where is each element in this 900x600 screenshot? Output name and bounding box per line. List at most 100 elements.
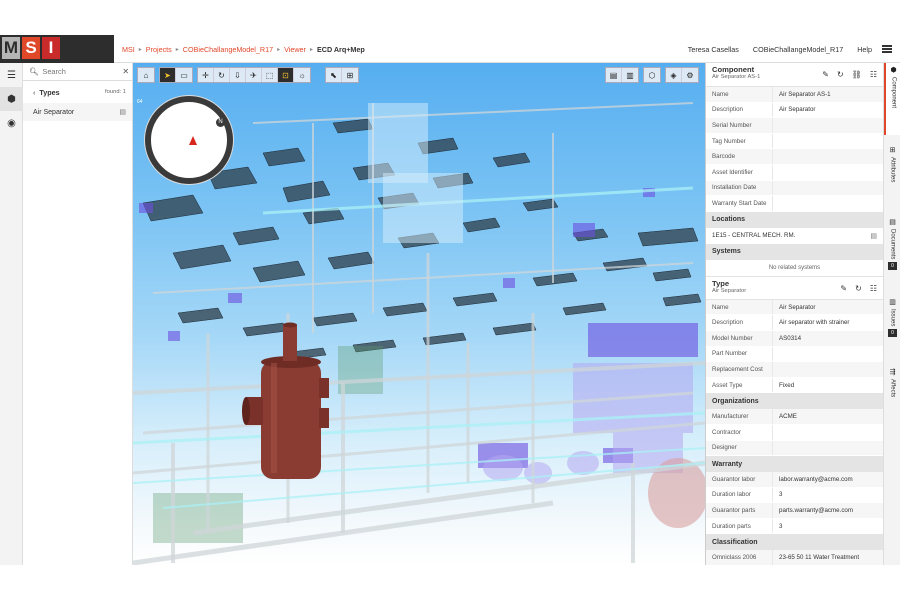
property-value[interactable] (772, 424, 883, 440)
breadcrumb-projects[interactable]: Projects (146, 45, 172, 54)
tab-documents[interactable]: ▤ Documents 0 (884, 215, 900, 295)
types-label: Types (39, 87, 60, 97)
compass-icon[interactable]: N (145, 96, 233, 184)
chevron-right-icon: ▸ (138, 46, 142, 53)
property-value[interactable] (772, 440, 883, 456)
breadcrumb-project[interactable]: COBieChallangeModel_R17 (183, 45, 273, 54)
breadcrumb-viewer[interactable]: Viewer (284, 45, 306, 54)
location-row[interactable]: 1E15 - CENTRAL MECH. RM. ▤ (706, 228, 883, 244)
refresh-icon[interactable]: ↻ (837, 70, 844, 79)
help-link[interactable]: Help (857, 45, 872, 54)
chevron-right-icon: ▸ (175, 46, 179, 53)
zoom-window-icon[interactable]: ⬚ (262, 68, 278, 82)
property-value[interactable]: AS0314 (772, 330, 883, 346)
user-name[interactable]: Teresa Casellas (688, 45, 739, 54)
sun-icon[interactable]: ☼ (294, 68, 310, 82)
property-value[interactable]: Air Separator (772, 299, 883, 315)
cube-toolbar: ⬡ (643, 67, 661, 83)
location-value: 1E15 - CENTRAL MECH. RM. (712, 232, 796, 240)
pencil-icon[interactable]: ✎ (840, 284, 847, 293)
search-input[interactable] (42, 67, 123, 76)
property-key: Tag Number (712, 137, 746, 145)
property-key: Name (712, 90, 729, 98)
property-value[interactable]: labor.warranty@acme.com (772, 472, 883, 487)
settings-icon[interactable]: ⚙ (682, 68, 698, 82)
property-value[interactable]: Air separator with strainer (772, 315, 883, 330)
property-value[interactable]: 23-65 50 11 Water Treatment (772, 550, 883, 565)
pan-icon[interactable]: ✛ (198, 68, 214, 82)
property-key: Contractor (712, 428, 741, 436)
project-name[interactable]: COBieChallangeModel_R17 (753, 45, 843, 54)
property-value[interactable] (772, 118, 883, 133)
property-value[interactable]: 3 (772, 518, 883, 534)
tab-affects[interactable]: ⇶ Affects (884, 365, 900, 425)
msi-logo[interactable]: M S I (0, 35, 114, 63)
hamburger-menu-icon[interactable] (882, 45, 892, 53)
select-cursor-icon[interactable]: ➤ (160, 68, 176, 82)
pencil-icon[interactable]: ✎ (822, 70, 829, 79)
visibility-button[interactable]: ◉ (0, 111, 23, 135)
view-toolbar: ▤ ▥ (605, 67, 639, 83)
side-tabs: ⬢ Component ⊞ Attributes ▤ Documents 0 ▥… (883, 63, 900, 565)
property-value[interactable]: 3 (772, 487, 883, 503)
tab-attributes[interactable]: ⊞ Attributes (884, 143, 900, 215)
property-value[interactable] (772, 196, 883, 211)
air-separator-model[interactable] (242, 322, 329, 480)
walk-icon[interactable]: ⇩ (230, 68, 246, 82)
tab-documents-label: Documents (889, 229, 896, 260)
model-tree-button[interactable]: ⬢ (0, 87, 23, 111)
property-value[interactable]: parts.warranty@acme.com (772, 503, 883, 518)
left-rail: ☰ ⬢ ◉ (0, 63, 23, 565)
sliders-icon[interactable]: ☷ (870, 70, 877, 79)
types-header[interactable]: ‹ Types found: 1 (23, 81, 132, 103)
breadcrumb-msi[interactable]: MSI (122, 45, 135, 54)
property-value[interactable] (772, 133, 883, 149)
types-panel: 🔍︎ ✕ ‹ Types found: 1 Air Separator ▤ (23, 63, 133, 565)
app-window: M S I MSI ▸ Projects ▸ COBieChallangeMod… (0, 35, 900, 565)
classification-header: Classification (706, 534, 883, 551)
measure-icon[interactable]: ▭ (176, 68, 192, 82)
tab-component[interactable]: ⬢ Component (884, 63, 900, 135)
property-value[interactable] (772, 149, 883, 164)
tab-issues[interactable]: ▥ Issues 0 (884, 295, 900, 365)
property-row: Model Number AS0314 (706, 330, 883, 347)
close-icon[interactable]: ✕ (122, 67, 129, 76)
view-cube-icon[interactable]: ⬡ (644, 68, 660, 82)
list-item[interactable]: Air Separator ▤ (23, 103, 132, 121)
chart-icon[interactable]: ▥ (622, 68, 638, 82)
property-value[interactable]: Air Separator AS-1 (772, 87, 883, 102)
property-value[interactable] (772, 362, 883, 377)
property-value[interactable]: Air Separator (772, 102, 883, 118)
box-select-icon[interactable]: ⊞ (342, 68, 358, 82)
select-pointer-icon[interactable]: ⬉ (326, 68, 342, 82)
link-icon[interactable]: ⛓ (852, 70, 862, 79)
property-key: Manufacturer (712, 413, 749, 421)
document-icon[interactable]: ▤ (119, 108, 126, 116)
property-key: Part Number (712, 350, 748, 358)
camera-toolbar: ✛ ↻ ⇩ ✈ ⬚ ⊡ ☼ (197, 67, 311, 83)
property-value[interactable] (772, 164, 883, 180)
tab-component-label: Component (890, 77, 897, 109)
refresh-icon[interactable]: ↻ (855, 284, 862, 293)
property-key: Description (712, 319, 743, 327)
clipboard-icon[interactable]: ▤ (606, 68, 622, 82)
property-row: Duration parts 3 (706, 518, 883, 535)
property-value[interactable] (772, 346, 883, 362)
property-value[interactable]: Fixed (772, 377, 883, 393)
property-value[interactable] (772, 180, 883, 196)
property-row: Replacement Cost (706, 362, 883, 378)
property-row: Asset Type Fixed (706, 377, 883, 394)
property-key: Duration labor (712, 491, 751, 499)
type-header: Type Air Separator ✎ ↻ ☷ (706, 275, 883, 300)
orbit-icon[interactable]: ↻ (214, 68, 230, 82)
property-value[interactable]: ACME (772, 409, 883, 424)
layers-icon[interactable]: ◈ (666, 68, 682, 82)
model-viewer[interactable]: ⌂ ➤ ▭ ✛ ↻ ⇩ ✈ ⬚ ⊡ ☼ ⬉ ⊞ ▤ ▥ ⬡ ◈ ⚙ 64 N (133, 63, 705, 565)
document-icon[interactable]: ▤ (870, 232, 877, 240)
section-icon[interactable]: ⊡ (278, 68, 294, 82)
sliders-icon[interactable]: ☷ (870, 284, 877, 293)
menu-toggle-button[interactable]: ☰ (0, 63, 23, 87)
property-key: Replacement Cost (712, 365, 763, 373)
fly-icon[interactable]: ✈ (246, 68, 262, 82)
home-icon[interactable]: ⌂ (138, 68, 154, 82)
